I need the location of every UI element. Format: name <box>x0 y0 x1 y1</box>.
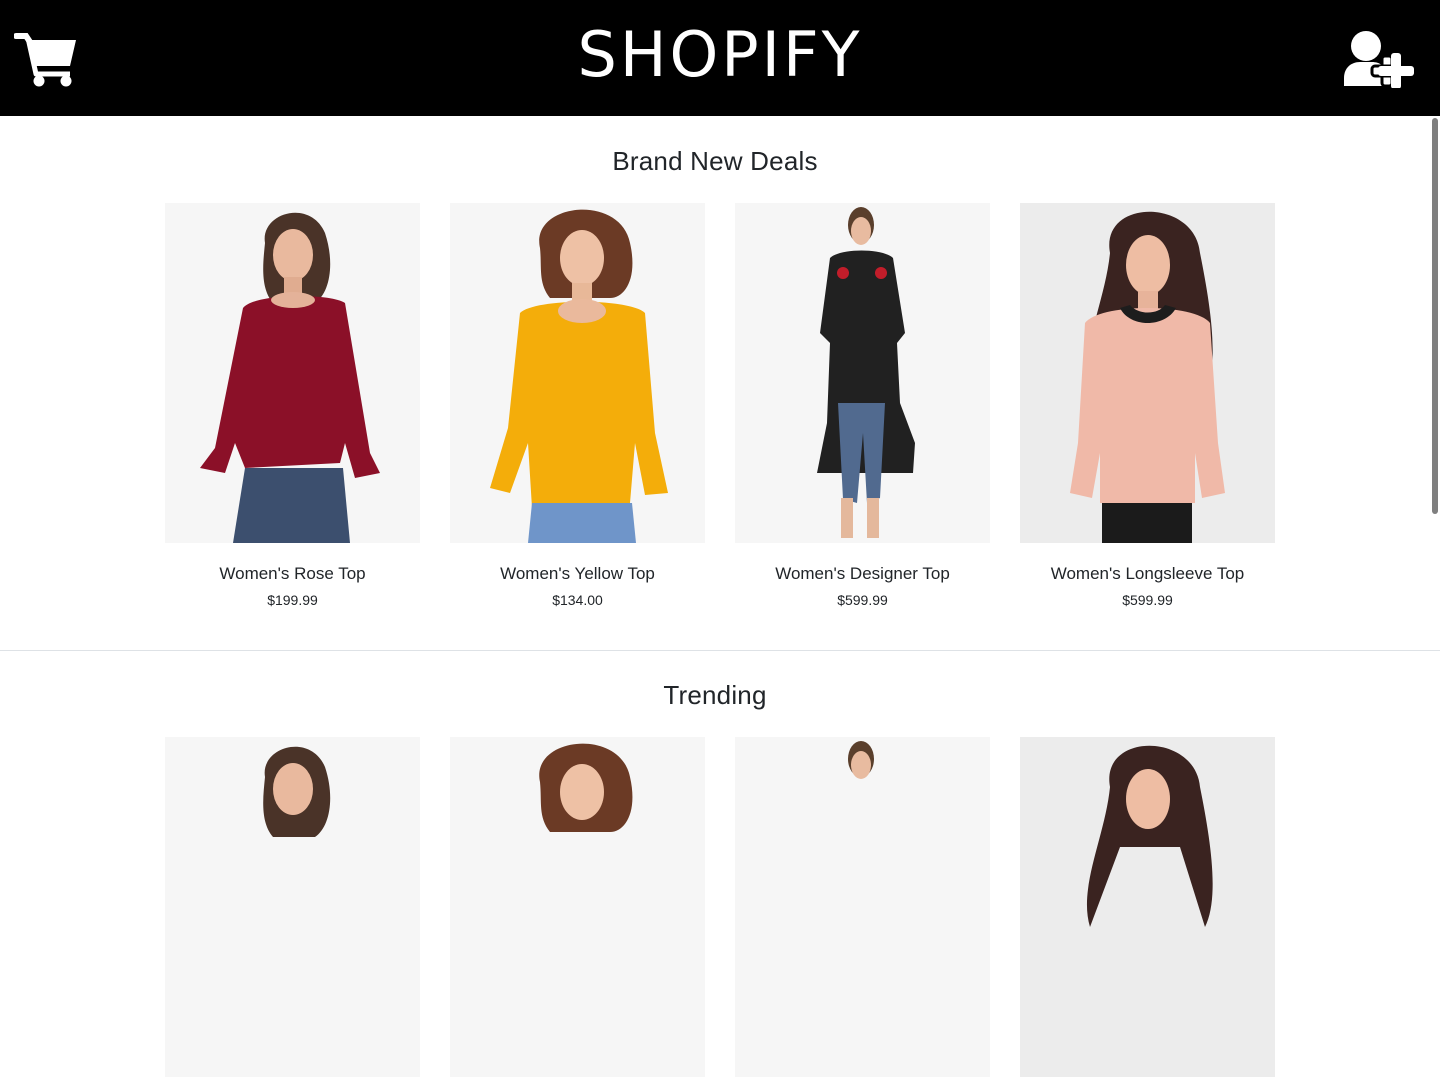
product-card[interactable] <box>165 737 420 1077</box>
product-price: $134.00 <box>552 592 603 608</box>
product-price: $599.99 <box>837 592 888 608</box>
product-name[interactable]: Women's Longsleeve Top <box>1020 564 1275 584</box>
product-card[interactable]: Women's Yellow Top $134.00 <box>450 203 705 609</box>
section-title-brand-new-deals: Brand New Deals <box>612 146 818 176</box>
user-plus-icon <box>1344 31 1414 89</box>
signup-button[interactable] <box>1342 30 1420 89</box>
product-price: $199.99 <box>267 592 318 608</box>
product-image[interactable] <box>165 737 420 1077</box>
top-navbar: SHOPIFY <box>0 0 1440 116</box>
product-name[interactable]: Women's Yellow Top <box>450 564 705 584</box>
product-image[interactable] <box>1020 203 1275 543</box>
product-card[interactable]: Women's Rose Top $199.99 <box>165 203 420 609</box>
brand-logo[interactable]: SHOPIFY <box>0 20 1440 90</box>
product-image[interactable] <box>450 737 705 1077</box>
product-image[interactable] <box>735 203 990 543</box>
product-name[interactable]: Women's Rose Top <box>165 564 420 584</box>
product-image[interactable] <box>165 203 420 543</box>
product-name[interactable]: Women's Designer Top <box>735 564 990 584</box>
product-image[interactable] <box>1020 737 1275 1077</box>
product-card[interactable]: Women's Longsleeve Top $599.99 <box>1020 203 1275 609</box>
product-card[interactable] <box>450 737 705 1077</box>
product-image[interactable] <box>735 737 990 1077</box>
product-card[interactable]: Women's Designer Top $599.99 <box>735 203 990 609</box>
product-price: $599.99 <box>1122 592 1173 608</box>
page-scrollbar[interactable] <box>1430 116 1440 787</box>
section-divider <box>0 650 1440 651</box>
product-card[interactable] <box>1020 737 1275 1077</box>
scrollbar-thumb[interactable] <box>1432 118 1438 514</box>
section-title-trending: Trending <box>663 680 767 710</box>
product-image[interactable] <box>450 203 705 543</box>
product-card[interactable] <box>735 737 990 1077</box>
